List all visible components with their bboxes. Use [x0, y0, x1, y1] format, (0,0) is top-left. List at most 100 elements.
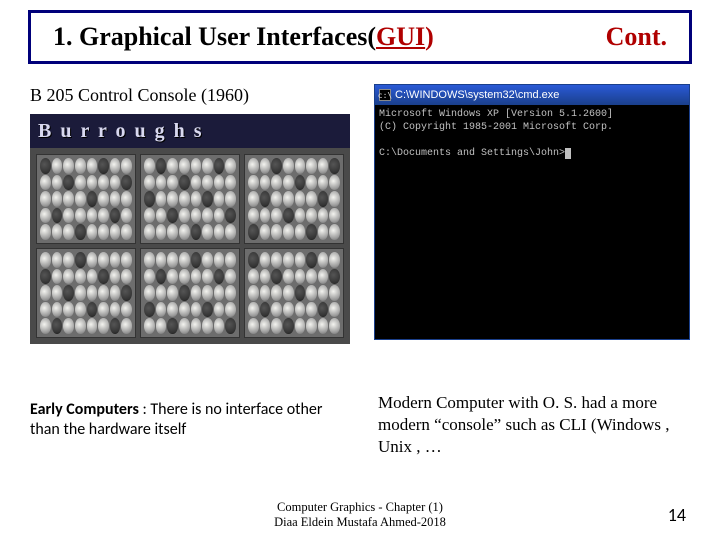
panel-light	[271, 158, 282, 174]
panel-light	[214, 252, 225, 268]
panel-light	[40, 269, 51, 285]
panel-light	[98, 269, 109, 285]
panel-light	[75, 285, 86, 301]
panel-light	[144, 175, 155, 191]
panel-light	[63, 224, 74, 240]
panel-light	[40, 285, 51, 301]
panel-light	[98, 252, 109, 268]
panel-light	[225, 285, 236, 301]
panel-light	[40, 318, 51, 334]
panel-light	[202, 318, 213, 334]
panel-light	[40, 252, 51, 268]
panel-light	[329, 191, 340, 207]
panel-light	[214, 175, 225, 191]
panel-light	[329, 285, 340, 301]
panel-light	[121, 285, 132, 301]
panel-light	[121, 269, 132, 285]
panel-light	[179, 318, 190, 334]
panel-light	[295, 224, 306, 240]
panel-light	[156, 224, 167, 240]
panel-light	[179, 269, 190, 285]
panel-light	[214, 191, 225, 207]
panel-light	[40, 302, 51, 318]
panel-light	[75, 302, 86, 318]
panel-light	[283, 269, 294, 285]
panel-light	[144, 269, 155, 285]
panel-light	[167, 302, 178, 318]
panel-light	[156, 285, 167, 301]
panel-light	[110, 318, 121, 334]
panel-light	[225, 224, 236, 240]
panel-light	[260, 285, 271, 301]
panel-light	[283, 175, 294, 191]
panel-light	[248, 224, 259, 240]
panel-light	[191, 269, 202, 285]
console-panel	[140, 248, 240, 338]
panel-light	[156, 269, 167, 285]
title-cont: Cont.	[606, 22, 667, 52]
panel-light	[329, 208, 340, 224]
panel-light	[87, 175, 98, 191]
panel-light	[167, 285, 178, 301]
panel-light	[167, 252, 178, 268]
cmd-cursor	[565, 148, 571, 159]
panel-light	[225, 158, 236, 174]
panel-light	[306, 175, 317, 191]
panel-light	[191, 318, 202, 334]
panel-light	[110, 252, 121, 268]
panel-light	[167, 208, 178, 224]
caption-left: Early Computers : There is no interface …	[30, 400, 350, 440]
panel-light	[295, 252, 306, 268]
panel-light	[271, 302, 282, 318]
panel-light	[214, 269, 225, 285]
slide-title: 1. Graphical User Interfaces(GUI)	[53, 22, 434, 52]
subtitle-left: B 205 Control Console (1960)	[30, 85, 249, 106]
panel-light	[318, 191, 329, 207]
panel-light	[110, 302, 121, 318]
panel-light	[248, 269, 259, 285]
panel-light	[121, 302, 132, 318]
panel-light	[52, 252, 63, 268]
panel-light	[98, 285, 109, 301]
panel-light	[121, 208, 132, 224]
panel-light	[202, 302, 213, 318]
panel-light	[271, 224, 282, 240]
panel-light	[144, 158, 155, 174]
title-main: Graphical User Interfaces(	[79, 22, 376, 51]
panel-light	[318, 224, 329, 240]
panel-light	[98, 318, 109, 334]
panel-light	[318, 175, 329, 191]
panel-light	[191, 224, 202, 240]
panel-light	[248, 208, 259, 224]
footer-line1: Computer Graphics - Chapter (1)	[0, 500, 720, 515]
panel-light	[318, 285, 329, 301]
panel-light	[40, 224, 51, 240]
panel-light	[214, 285, 225, 301]
panel-light	[121, 175, 132, 191]
panel-light	[121, 252, 132, 268]
panel-light	[144, 285, 155, 301]
panel-light	[191, 175, 202, 191]
panel-light	[167, 318, 178, 334]
panel-light	[87, 252, 98, 268]
panel-light	[121, 318, 132, 334]
panel-light	[318, 318, 329, 334]
panel-light	[306, 302, 317, 318]
panel-light	[271, 252, 282, 268]
panel-light	[306, 191, 317, 207]
panel-light	[63, 252, 74, 268]
panel-light	[295, 269, 306, 285]
panel-light	[306, 158, 317, 174]
panel-light	[63, 285, 74, 301]
panel-light	[52, 285, 63, 301]
panel-light	[87, 318, 98, 334]
panel-light	[156, 302, 167, 318]
panel-light	[318, 302, 329, 318]
panel-light	[202, 158, 213, 174]
panel-light	[179, 208, 190, 224]
panel-light	[110, 208, 121, 224]
panel-light	[110, 175, 121, 191]
caption-right: Modern Computer with O. S. had a more mo…	[378, 392, 698, 458]
panel-light	[52, 269, 63, 285]
panel-light	[98, 191, 109, 207]
